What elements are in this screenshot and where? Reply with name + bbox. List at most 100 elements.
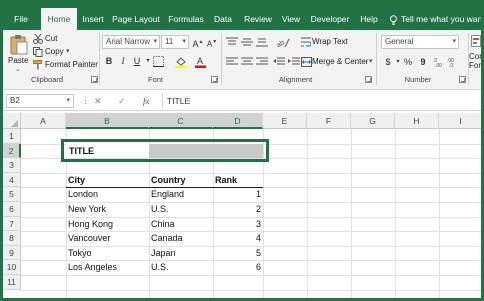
row-header-7[interactable]: 7 <box>3 216 21 232</box>
borders-icon[interactable] <box>153 56 164 69</box>
grid-line <box>351 129 352 298</box>
align-center-icon[interactable] <box>241 57 253 69</box>
copy-button[interactable]: Copy <box>45 47 64 56</box>
fill-color-icon[interactable] <box>175 56 187 70</box>
name-box[interactable]: B2 ▾ <box>6 94 74 108</box>
select-all-button[interactable] <box>3 113 21 129</box>
table-cell-country: U.S. <box>151 262 169 273</box>
row-header-5[interactable]: 5 <box>3 187 21 202</box>
paste-label[interactable]: Paste <box>8 56 28 65</box>
bold-icon[interactable]: B <box>102 54 116 68</box>
row-header-11[interactable]: 11 <box>3 275 21 290</box>
comma-style-icon[interactable]: 9 <box>416 55 430 69</box>
decrease-decimal-icon[interactable]: .00.0 <box>447 57 457 69</box>
align-top-icon[interactable] <box>226 37 238 49</box>
row-header-3[interactable]: 3 <box>3 158 21 173</box>
align-bottom-icon[interactable] <box>256 37 268 49</box>
merge-dropdown-caret[interactable]: ▾ <box>369 57 373 65</box>
column-header-f[interactable]: F <box>307 113 351 129</box>
grid-line <box>21 172 481 174</box>
orientation-icon[interactable]: ab <box>276 37 290 50</box>
table-cell-rank: 1 <box>255 189 261 200</box>
align-middle-icon[interactable] <box>241 37 253 49</box>
column-header-c[interactable]: C <box>149 113 213 129</box>
decrease-indent-icon[interactable] <box>273 57 285 69</box>
column-header-e[interactable]: E <box>263 113 307 129</box>
insert-function-icon[interactable]: fx <box>143 94 150 108</box>
formula-bar: B2 ▾ ⋮ ✕ ✓ fx TITLE <box>3 91 481 111</box>
row-header-2[interactable]: 2 <box>3 143 21 159</box>
wrap-text-icon[interactable] <box>301 37 312 49</box>
increase-font-icon[interactable]: A▲ <box>191 35 205 49</box>
cut-button[interactable]: Cut <box>45 34 57 43</box>
paste-dropdown-caret[interactable]: ⌄ <box>15 65 21 73</box>
row-header-6[interactable]: 6 <box>3 202 21 217</box>
font-size-value: 11 <box>165 37 174 46</box>
column-header-i[interactable]: I <box>439 113 481 129</box>
cancel-icon[interactable]: ✕ <box>94 94 102 108</box>
clipboard-group-label: Clipboard <box>30 75 64 84</box>
table-cell-city: New York <box>68 204 107 214</box>
column-header-a[interactable]: A <box>21 113 66 129</box>
decrease-font-icon[interactable]: A▼ <box>205 35 219 49</box>
row-header-10[interactable]: 10 <box>3 260 21 275</box>
grid-line <box>21 289 481 291</box>
merge-center-icon[interactable] <box>301 57 312 69</box>
format-painter-icon[interactable] <box>33 60 43 72</box>
column-header-d[interactable]: D <box>213 113 263 129</box>
tab-help[interactable]: Help <box>357 9 381 30</box>
tab-file[interactable]: File <box>7 9 35 30</box>
number-launcher-icon[interactable] <box>459 76 466 83</box>
conditional-formatting-label-2[interactable]: Form <box>469 61 481 70</box>
merge-center-button[interactable]: Merge & Center <box>312 57 368 66</box>
paste-icon <box>10 35 28 55</box>
row-header-9[interactable]: 9 <box>3 245 21 261</box>
group-separator <box>221 33 222 85</box>
align-right-icon[interactable] <box>256 57 268 69</box>
percent-icon[interactable]: % <box>401 55 415 69</box>
tab-data[interactable]: Data <box>210 9 236 30</box>
font-launcher-icon[interactable] <box>211 76 218 83</box>
tab-view[interactable]: View <box>278 9 304 30</box>
column-header-h[interactable]: H <box>395 113 439 129</box>
tab-review[interactable]: Review <box>241 9 275 30</box>
cut-icon[interactable] <box>33 33 43 46</box>
column-header-g[interactable]: G <box>351 113 395 129</box>
italic-icon[interactable]: I <box>116 54 130 68</box>
conditional-formatting-icon[interactable] <box>471 35 481 49</box>
tab-insert[interactable]: Insert <box>79 9 107 30</box>
worksheet-grid[interactable]: A B C D E F G H I 1 2 3 4 5 6 7 8 9 10 1… <box>3 113 481 298</box>
tab-home[interactable]: Home <box>41 8 77 30</box>
number-group-label: Number <box>404 75 432 84</box>
increase-indent-icon[interactable] <box>288 57 300 69</box>
row-header-4[interactable]: 4 <box>3 172 21 188</box>
row-header-8[interactable]: 8 <box>3 231 21 246</box>
row-header-1[interactable]: 1 <box>3 129 21 144</box>
copy-icon[interactable] <box>33 47 43 59</box>
font-name-dropdown[interactable]: Arial Narrow ▾ <box>102 35 160 49</box>
font-size-dropdown[interactable]: 11 ▾ <box>161 35 189 49</box>
conditional-formatting-label[interactable]: Conc <box>469 52 481 61</box>
tab-developer[interactable]: Developer <box>307 9 353 30</box>
wrap-text-button[interactable]: Wrap Text <box>312 37 348 46</box>
tab-page-layout[interactable]: Page Layout <box>111 9 161 30</box>
clipboard-launcher-icon[interactable] <box>91 76 98 83</box>
ribbon: Paste ⌄ Cut Copy ▾ Format Painter Clipbo… <box>3 30 481 90</box>
tell-me-box[interactable]: Tell me what you want <box>389 9 481 30</box>
excel-window: File Home Insert Page Layout Formulas Da… <box>0 0 484 301</box>
formula-bar-grip-icon[interactable]: ⋮ <box>81 95 90 106</box>
align-left-icon[interactable] <box>226 57 238 69</box>
alignment-launcher-icon[interactable] <box>365 76 372 83</box>
column-header-b[interactable]: B <box>66 113 149 129</box>
format-painter-button[interactable]: Format Painter <box>45 60 98 69</box>
chevron-down-icon: ▾ <box>452 38 456 45</box>
enter-icon[interactable]: ✓ <box>118 94 126 108</box>
font-color-icon[interactable]: A <box>195 55 206 70</box>
paste-button[interactable] <box>9 34 29 58</box>
ribbon-tab-bar: File Home Insert Page Layout Formulas Da… <box>3 3 481 30</box>
number-format-dropdown[interactable]: General ▾ <box>381 35 459 49</box>
copy-dropdown-caret[interactable]: ▾ <box>66 47 70 55</box>
formula-input[interactable]: TITLE <box>167 94 190 108</box>
increase-decimal-icon[interactable]: .0.00 <box>433 57 443 69</box>
tab-formulas[interactable]: Formulas <box>165 9 207 30</box>
